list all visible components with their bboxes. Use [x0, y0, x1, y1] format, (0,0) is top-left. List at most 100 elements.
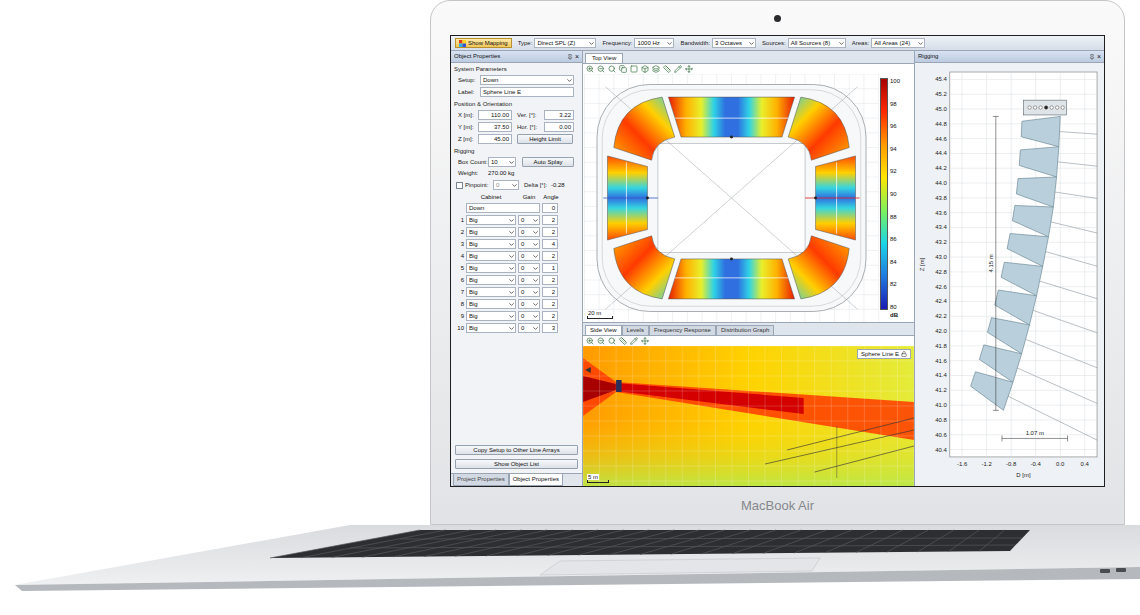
chevron-down-icon — [508, 277, 515, 284]
angle-input[interactable]: 0 — [542, 203, 558, 213]
pinpoint-checkbox[interactable] — [456, 182, 463, 189]
angle-input[interactable]: 2 — [542, 299, 558, 309]
cabinet-select[interactable]: Big — [466, 239, 516, 249]
angle-input[interactable]: 2 — [542, 311, 558, 321]
cabinet-select[interactable]: Big — [466, 287, 516, 297]
gain-select[interactable]: 0 — [518, 287, 540, 297]
cabinet-select[interactable]: Big — [466, 323, 516, 333]
show-mapping-button[interactable]: Show Mapping — [455, 38, 512, 48]
angle-input[interactable]: 2 — [542, 275, 558, 285]
pinpoint-select[interactable]: 0 — [493, 180, 519, 190]
gain-select[interactable]: 0 — [518, 251, 540, 261]
angle-input[interactable]: 3 — [542, 323, 558, 333]
toolbar-select[interactable]: 1000 Hz — [634, 38, 674, 48]
move-icon[interactable] — [641, 337, 649, 345]
cabinet-select[interactable]: Big — [466, 275, 516, 285]
box-count-select[interactable]: 10 — [488, 157, 516, 167]
angle-input[interactable]: 2 — [542, 227, 558, 237]
y-tick: 43.8 — [935, 195, 1097, 201]
move-icon[interactable] — [685, 65, 693, 73]
svg-text:42.2: 42.2 — [935, 313, 947, 319]
gain-select[interactable]: 0 — [518, 227, 540, 237]
pinpoint-marker[interactable] — [1050, 106, 1053, 109]
cabinet-select[interactable]: Big — [466, 251, 516, 261]
gain-select[interactable]: 0 — [518, 215, 540, 225]
angle-input[interactable]: 1 — [542, 263, 558, 273]
height-limit-button[interactable]: Height Limit — [517, 134, 573, 144]
cabinet-select[interactable]: Big — [466, 263, 516, 273]
ruler-icon[interactable] — [663, 65, 671, 73]
toolbar-select[interactable]: All Areas (24) — [871, 38, 925, 48]
pinpoint-marker[interactable] — [1055, 106, 1058, 109]
panel-tab[interactable]: Object Properties — [509, 474, 563, 486]
toolbar-select[interactable]: Direct SPL (Z) — [534, 38, 596, 48]
y-tick: 44.2 — [935, 165, 1097, 171]
cabinet-index: 3 — [454, 240, 464, 249]
gain-select[interactable]: 0 — [518, 323, 540, 333]
ruler-icon[interactable] — [619, 337, 627, 345]
zoom-icon[interactable] — [608, 337, 616, 345]
cabinet-select[interactable]: Big — [466, 227, 516, 237]
auto-splay-button[interactable]: Auto Splay — [522, 157, 574, 167]
pencil-icon[interactable] — [630, 337, 638, 345]
setup-row-input[interactable]: Down — [466, 203, 540, 213]
pinpoint-marker[interactable] — [1033, 106, 1036, 109]
label-input[interactable]: Sphere Line E — [480, 87, 574, 97]
pin-icon[interactable] — [567, 54, 573, 60]
orientation-input[interactable]: 3.22 — [544, 110, 574, 120]
gain-select[interactable]: 0 — [518, 275, 540, 285]
weight-value: 270.00 kg — [488, 169, 514, 178]
zoom-in-icon[interactable] — [586, 337, 594, 345]
svg-text:43.4: 43.4 — [935, 224, 947, 230]
lock-icon[interactable] — [901, 351, 907, 357]
box-icon[interactable] — [641, 65, 649, 73]
gain-select[interactable]: 0 — [518, 299, 540, 309]
speaker-marker — [646, 197, 649, 200]
cabinet-index: 2 — [454, 228, 464, 237]
cabinet-select[interactable]: Big — [466, 311, 516, 321]
view-tab[interactable]: Distribution Graph — [716, 325, 774, 335]
position-input[interactable]: 45.00 — [478, 134, 512, 144]
view-tab[interactable]: Top View — [585, 53, 623, 63]
setup-select[interactable]: Down — [480, 75, 574, 85]
toolbar-select[interactable]: All Sources (8) — [788, 38, 846, 48]
cabinet-row: 6Big02 — [451, 274, 582, 286]
zoom-out-icon[interactable] — [597, 65, 605, 73]
angle-input[interactable]: 2 — [542, 287, 558, 297]
panel-button[interactable]: Copy Setup to Other Line Arrays — [455, 445, 578, 455]
view-tab[interactable]: Frequency Response — [649, 325, 716, 335]
gain-select[interactable]: 0 — [518, 263, 540, 273]
speaker-marker — [730, 136, 733, 139]
toolbar-select[interactable]: 3 Octaves — [712, 38, 756, 48]
position-input[interactable]: 37.50 — [478, 122, 512, 132]
pinpoint-marker[interactable] — [1061, 106, 1064, 109]
position-input[interactable]: 110.00 — [478, 110, 512, 120]
angle-input[interactable]: 2 — [542, 251, 558, 261]
zoom-in-icon[interactable] — [586, 65, 594, 73]
top-view-map — [583, 74, 880, 322]
panel-button[interactable]: Show Object List — [455, 459, 578, 469]
gain-select[interactable]: 0 — [518, 239, 540, 249]
pinpoint-marker[interactable] — [1039, 106, 1042, 109]
close-button[interactable]: × — [575, 53, 579, 60]
zoom-icon[interactable] — [608, 65, 616, 73]
orientation-input[interactable]: 0.00 — [544, 122, 574, 132]
angle-input[interactable]: 4 — [542, 239, 558, 249]
pin-icon[interactable] — [1089, 54, 1095, 60]
select-value: All Areas (24) — [874, 40, 910, 46]
pencil-icon[interactable] — [674, 65, 682, 73]
zoom-out-icon[interactable] — [597, 337, 605, 345]
copy-icon[interactable] — [619, 65, 627, 73]
gain-select[interactable]: 0 — [518, 311, 540, 321]
angle-input[interactable]: 2 — [542, 215, 558, 225]
cabinet-select[interactable]: Big — [466, 215, 516, 225]
plane-icon[interactable] — [630, 65, 638, 73]
view-tab[interactable]: Side View — [585, 325, 622, 335]
pinpoint-marker[interactable] — [1044, 106, 1047, 109]
close-button[interactable]: × — [1097, 53, 1101, 60]
cabinet-select[interactable]: Big — [466, 299, 516, 309]
layers-icon[interactable] — [652, 65, 660, 73]
panel-tab[interactable]: Project Properties — [453, 474, 509, 486]
pinpoint-marker[interactable] — [1028, 106, 1031, 109]
view-tab[interactable]: Levels — [622, 325, 649, 335]
